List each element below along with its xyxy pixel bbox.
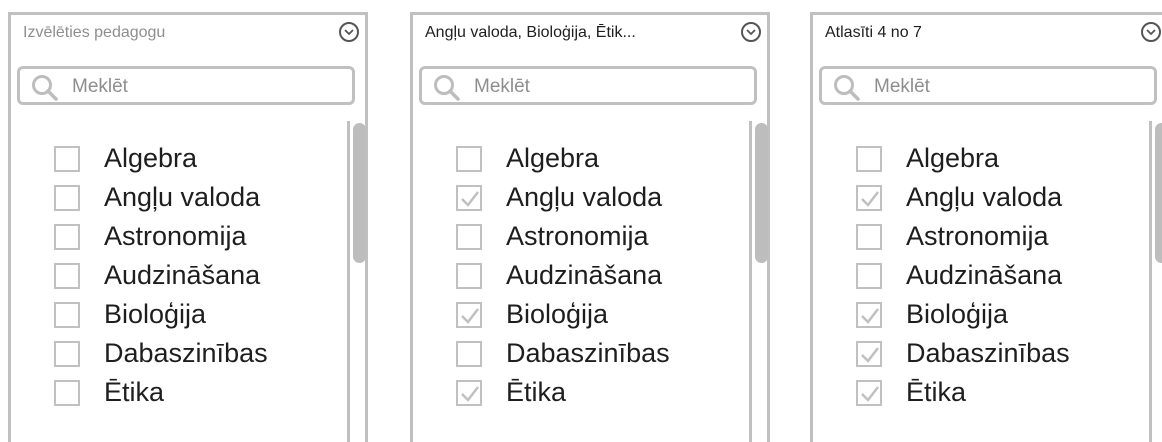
list-item-label: Astronomija xyxy=(506,221,649,251)
checkbox[interactable] xyxy=(856,224,882,250)
dropdown-header[interactable]: Angļu valoda, Bioloģija, Ētik... xyxy=(413,15,767,51)
checkbox[interactable] xyxy=(856,263,882,289)
dropdown-header-text: Angļu valoda, Bioloģija, Ētik... xyxy=(425,24,636,41)
checkbox-checked[interactable] xyxy=(856,302,882,328)
search-placeholder: Meklēt xyxy=(72,76,128,97)
check-icon xyxy=(861,347,879,363)
list-item-label: Angļu valoda xyxy=(506,182,663,212)
multiselect-dropdown-3[interactable]: Atlasīti 4 no 7 Meklēt Algebra Angļu val… xyxy=(810,12,1162,442)
dropdown-header-text: Izvēlēties pedagogu xyxy=(23,24,166,41)
dropdown-header[interactable]: Izvēlēties pedagogu xyxy=(11,15,365,51)
scrollbar[interactable] xyxy=(1149,121,1162,442)
checkbox[interactable] xyxy=(456,224,482,250)
checkbox[interactable] xyxy=(456,341,482,367)
checkbox[interactable] xyxy=(54,146,80,172)
list-item-label: Astronomija xyxy=(104,221,247,251)
checkbox[interactable] xyxy=(456,263,482,289)
list-item-label: Audzināšana xyxy=(104,260,261,290)
search-placeholder: Meklēt xyxy=(874,76,930,97)
search-input[interactable]: Meklēt xyxy=(17,66,355,105)
search-icon xyxy=(432,74,462,107)
list-item-label: Dabaszinības xyxy=(906,338,1070,368)
checkbox[interactable] xyxy=(54,224,80,250)
checkbox[interactable] xyxy=(54,263,80,289)
list-item-label: Algebra xyxy=(104,143,198,173)
list-item-label: Algebra xyxy=(906,143,1000,173)
checkbox-checked[interactable] xyxy=(456,302,482,328)
list-item-label: Angļu valoda xyxy=(906,182,1063,212)
scrollbar-thumb[interactable] xyxy=(353,123,366,263)
options-list[interactable]: Algebra Angļu valoda Astronomija Audzinā… xyxy=(11,121,366,442)
search-input[interactable]: Meklēt xyxy=(819,66,1157,105)
list-item-label: Bioloģija xyxy=(506,299,609,329)
check-icon xyxy=(461,191,479,207)
checkbox-checked[interactable] xyxy=(456,380,482,406)
list-item-label: Bioloģija xyxy=(104,299,207,329)
dropdown-header[interactable]: Atlasīti 4 no 7 xyxy=(813,15,1162,51)
search-input[interactable]: Meklēt xyxy=(419,66,757,105)
check-icon xyxy=(461,386,479,402)
checkbox-checked[interactable] xyxy=(456,185,482,211)
checkbox[interactable] xyxy=(54,302,80,328)
list-item-label: Ētika xyxy=(104,377,165,407)
scrollbar-thumb[interactable] xyxy=(755,123,768,263)
list-item-label: Algebra xyxy=(506,143,600,173)
checkbox[interactable] xyxy=(456,146,482,172)
options-list[interactable]: Algebra Angļu valoda Astronomija Audzinā… xyxy=(813,121,1162,442)
multiselect-dropdown-2[interactable]: Angļu valoda, Bioloģija, Ētik... Meklēt … xyxy=(410,12,770,442)
chevron-down-icon[interactable] xyxy=(1141,22,1161,42)
checkbox-checked[interactable] xyxy=(856,380,882,406)
list-item-label: Audzināšana xyxy=(506,260,663,290)
checkbox[interactable] xyxy=(54,341,80,367)
options-list[interactable]: Algebra Angļu valoda Astronomija Audzinā… xyxy=(413,121,768,442)
list-item-label: Ētika xyxy=(506,377,567,407)
search-icon xyxy=(832,74,862,107)
scrollbar[interactable] xyxy=(749,121,768,442)
checkbox[interactable] xyxy=(856,146,882,172)
list-item-label: Bioloģija xyxy=(906,299,1009,329)
multiselect-dropdown-1[interactable]: Izvēlēties pedagogu Meklēt Algebra Angļu… xyxy=(8,12,368,442)
check-icon xyxy=(861,386,879,402)
search-icon xyxy=(30,74,60,107)
checkbox[interactable] xyxy=(54,380,80,406)
dropdown-header-text: Atlasīti 4 no 7 xyxy=(825,24,922,41)
check-icon xyxy=(861,308,879,324)
chevron-down-icon[interactable] xyxy=(339,22,359,42)
scrollbar-thumb[interactable] xyxy=(1155,123,1162,263)
check-icon xyxy=(461,308,479,324)
list-item-label: Dabaszinības xyxy=(506,338,670,368)
checkbox[interactable] xyxy=(54,185,80,211)
checkbox-checked[interactable] xyxy=(856,185,882,211)
check-icon xyxy=(861,191,879,207)
scrollbar[interactable] xyxy=(347,121,366,442)
chevron-down-icon[interactable] xyxy=(741,22,761,42)
list-item-label: Dabaszinības xyxy=(104,338,268,368)
list-item-label: Audzināšana xyxy=(906,260,1063,290)
list-item-label: Angļu valoda xyxy=(104,182,261,212)
search-placeholder: Meklēt xyxy=(474,76,530,97)
list-item-label: Ētika xyxy=(906,377,967,407)
list-item-label: Astronomija xyxy=(906,221,1049,251)
checkbox-checked[interactable] xyxy=(856,341,882,367)
